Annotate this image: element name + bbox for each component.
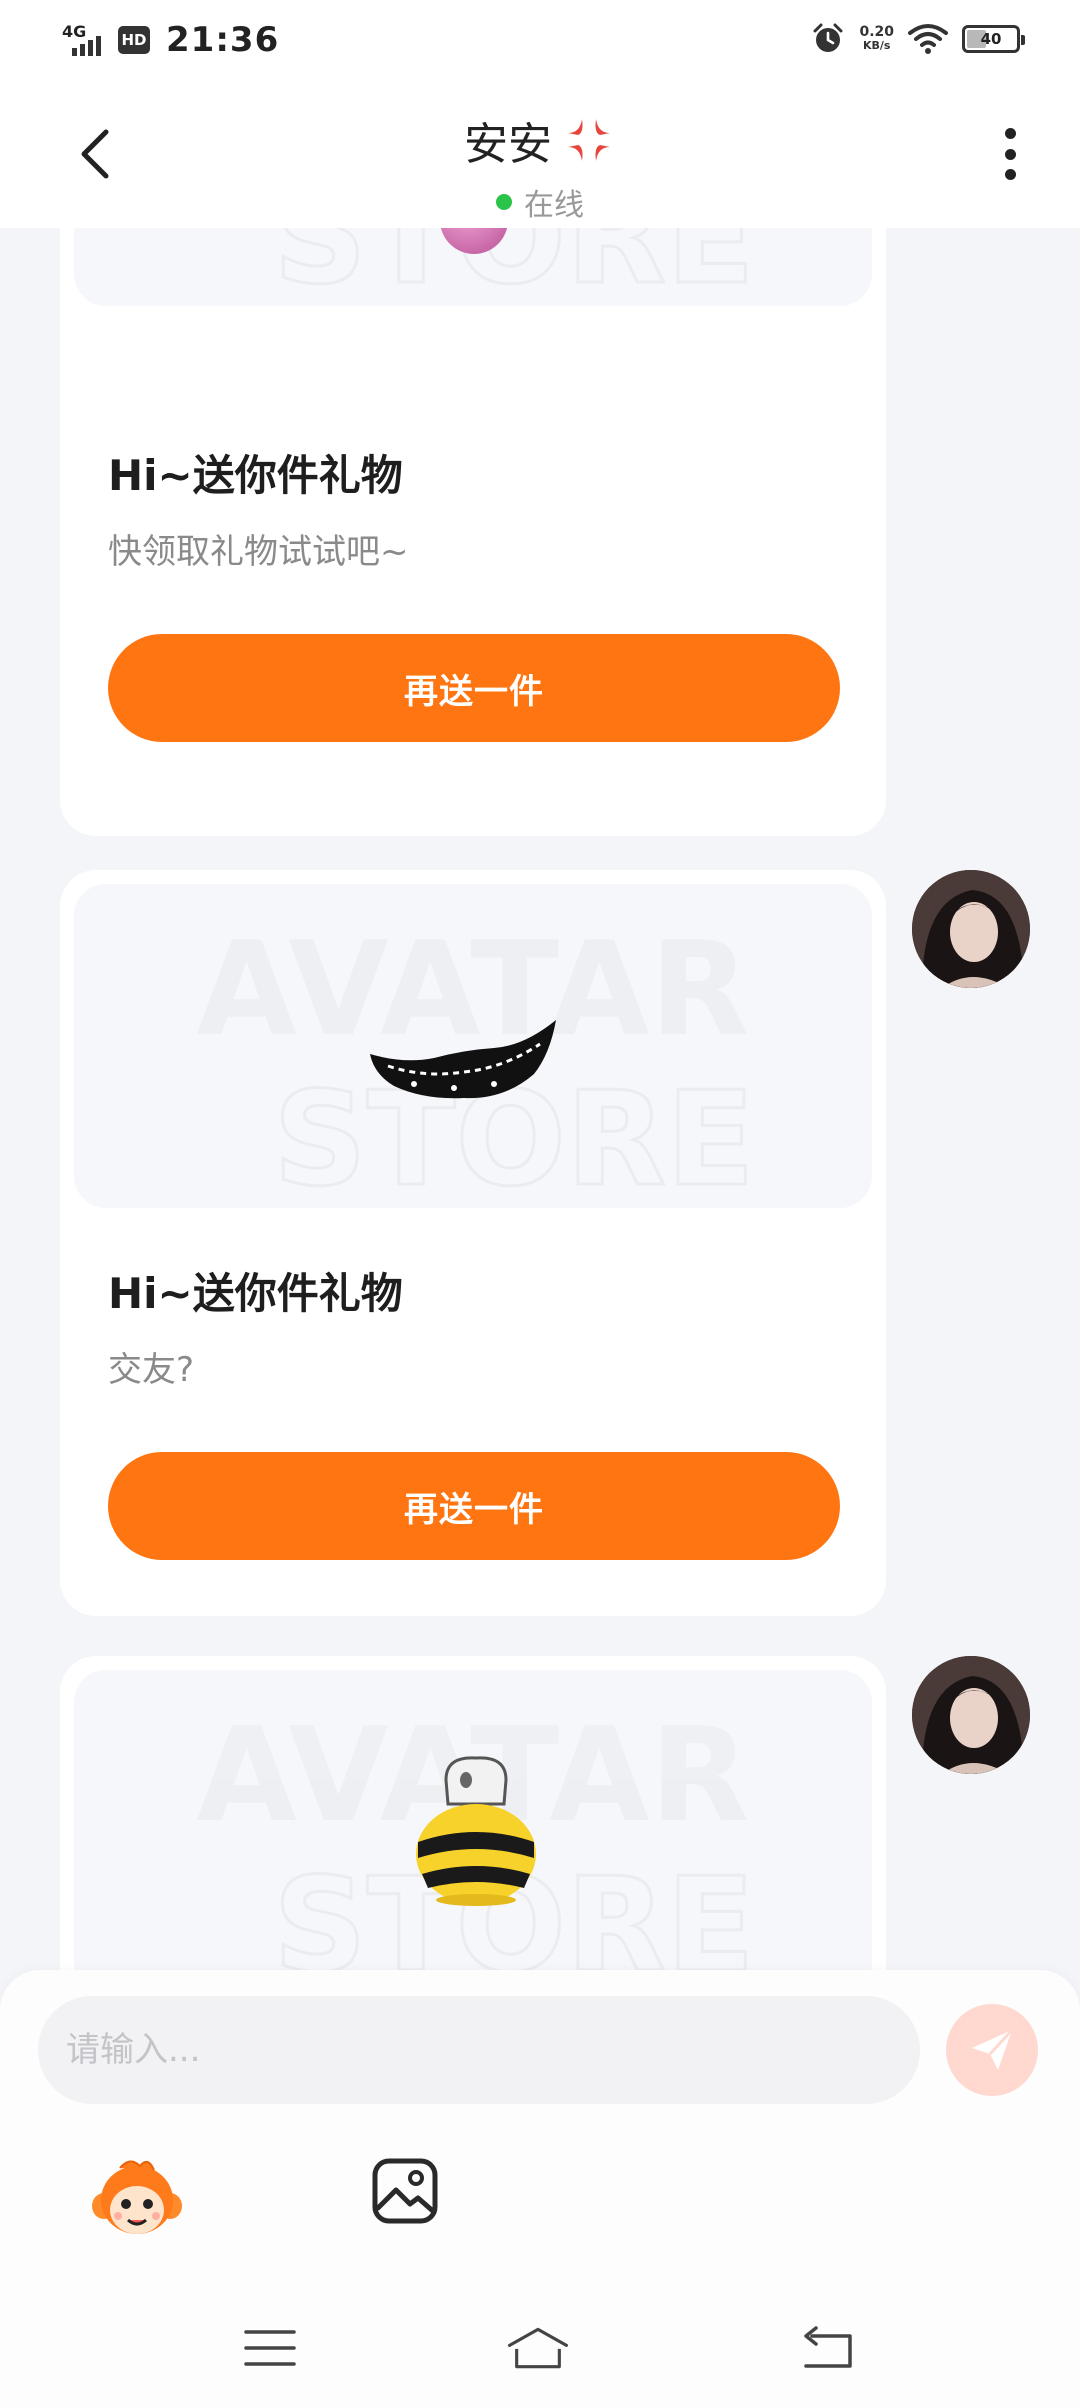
hd-badge: HD bbox=[118, 26, 150, 54]
nav-home-button[interactable] bbox=[506, 2320, 570, 2376]
monkey-mascot-icon bbox=[92, 2160, 182, 2234]
sender-avatar[interactable] bbox=[912, 870, 1030, 988]
chat-screen: 4G HD 21:36 0.20 KB/s 40 安安 在线 STORE Hi~… bbox=[0, 0, 1080, 2408]
speed-unit: KB/s bbox=[862, 39, 891, 52]
paper-plane-icon bbox=[972, 2028, 1014, 2070]
status-bar: 4G HD 21:36 0.20 KB/s 40 bbox=[0, 0, 1080, 80]
gift-title: Hi~送你件礼物 bbox=[108, 1269, 403, 1318]
gift-message-card: AVATAR STORE bbox=[60, 1656, 886, 1973]
title-row: 安安 bbox=[464, 108, 616, 172]
battery-level: 40 bbox=[980, 30, 1002, 48]
clock-time: 21:36 bbox=[166, 20, 280, 60]
speed-value: 0.20 bbox=[859, 24, 894, 40]
return-icon bbox=[804, 2326, 852, 2368]
home-icon bbox=[508, 2327, 568, 2369]
sender-avatar[interactable] bbox=[912, 1656, 1030, 1774]
avatar-photo bbox=[912, 1656, 1030, 1774]
online-dot bbox=[496, 194, 512, 210]
alarm-icon bbox=[813, 23, 843, 52]
avatar-photo bbox=[912, 870, 1030, 988]
more-dot-icon bbox=[1004, 169, 1016, 180]
anger-symbol-icon bbox=[568, 119, 610, 161]
system-nav-bar bbox=[0, 2300, 1080, 2408]
menu-icon bbox=[244, 2330, 296, 2366]
gift-message-card: AVATAR STORE Hi~送你件礼物 交友? 再送一件 bbox=[60, 870, 886, 1616]
message-list[interactable]: AVATAR STORE Hi~送你件礼物 快领取礼物试试吧~ 再送一件 AVA… bbox=[0, 228, 1080, 1973]
nav-menu-button[interactable] bbox=[238, 2320, 302, 2376]
more-dot-icon bbox=[1004, 148, 1016, 160]
status-left: 4G HD 21:36 bbox=[62, 20, 279, 60]
online-text: 在线 bbox=[524, 188, 584, 223]
header-title: 安安 在线 bbox=[0, 108, 1080, 224]
pink-ball-gift-icon bbox=[440, 228, 508, 254]
status-right: 0.20 KB/s 40 bbox=[811, 22, 1025, 56]
online-status: 在线 bbox=[496, 180, 584, 224]
more-options-button[interactable] bbox=[990, 122, 1030, 186]
input-panel bbox=[0, 1970, 1080, 2408]
image-icon bbox=[372, 2158, 438, 2224]
svg-text:STORE: STORE bbox=[273, 228, 755, 306]
send-button[interactable] bbox=[946, 2004, 1038, 2096]
gift-image-area: AVATAR STORE bbox=[74, 1670, 872, 1973]
gift-image-area: AVATAR STORE bbox=[74, 228, 872, 306]
more-dot-icon bbox=[1004, 128, 1016, 139]
resend-gift-button[interactable]: 再送一件 bbox=[108, 1452, 840, 1560]
nav-back-button[interactable] bbox=[794, 2320, 858, 2376]
bee-bottle-gift-icon bbox=[416, 1756, 536, 1906]
contact-name: 安安 bbox=[464, 119, 552, 170]
wifi-icon bbox=[908, 24, 948, 54]
signal-bars-icon bbox=[72, 36, 101, 56]
gift-message-text: 快领取礼物试试吧~ bbox=[108, 532, 409, 572]
message-input[interactable] bbox=[38, 1996, 920, 2104]
network-speed: 0.20 KB/s bbox=[859, 25, 894, 53]
battery-icon: 40 bbox=[962, 25, 1025, 53]
chat-header: 安安 在线 bbox=[0, 80, 1080, 228]
gift-message-card: AVATAR STORE Hi~送你件礼物 快领取礼物试试吧~ 再送一件 bbox=[60, 228, 886, 836]
gift-message-text: 交友? bbox=[108, 1350, 195, 1390]
monkey-mascot-button[interactable] bbox=[90, 2154, 184, 2248]
image-picker-button[interactable] bbox=[370, 2156, 440, 2226]
network-indicator: 4G bbox=[62, 22, 108, 58]
gift-title: Hi~送你件礼物 bbox=[108, 451, 403, 500]
resend-gift-button[interactable]: 再送一件 bbox=[108, 634, 840, 742]
black-lace-mouth-gift-icon bbox=[370, 1020, 556, 1099]
gift-image-area: AVATAR STORE bbox=[74, 884, 872, 1208]
